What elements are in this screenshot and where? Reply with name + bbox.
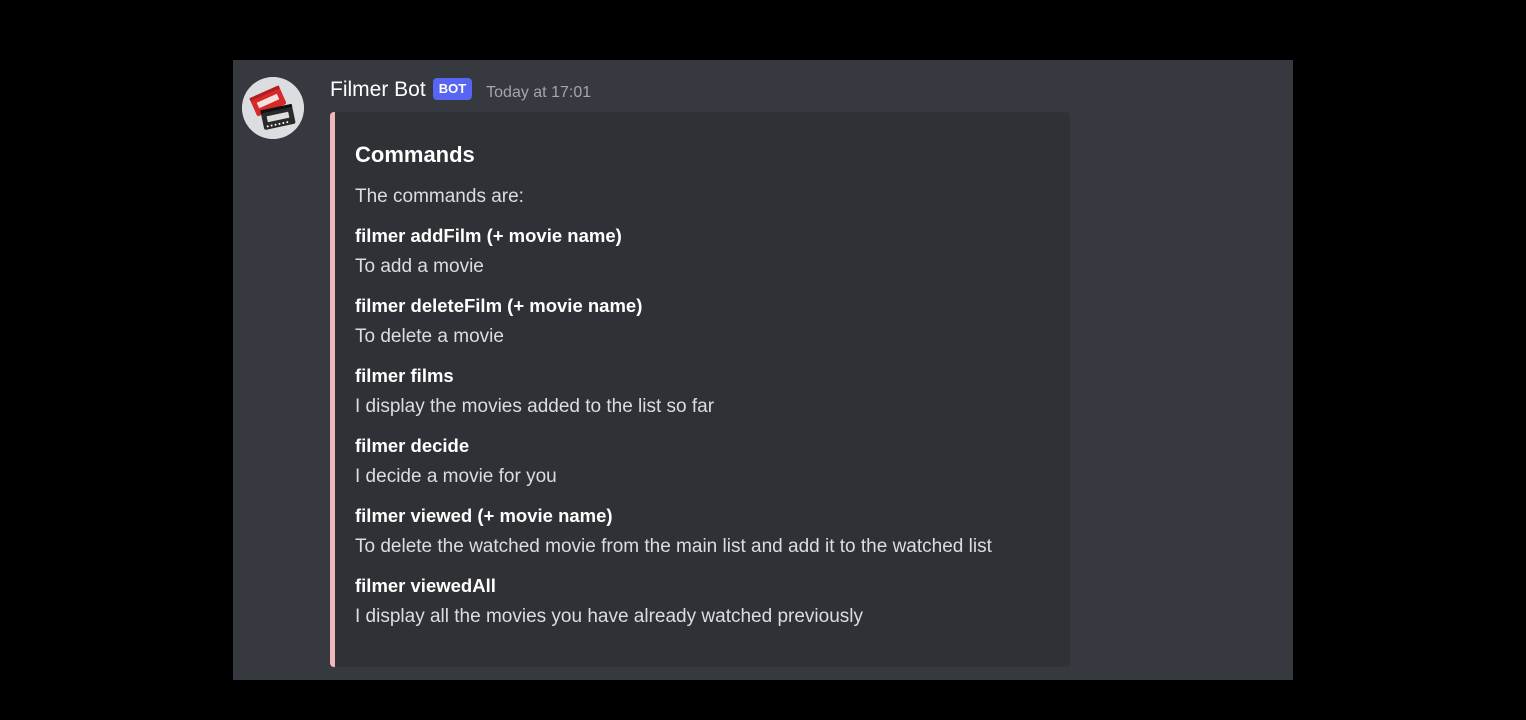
field-name: filmer viewedAll [355,575,496,596]
field-name: filmer deleteFilm (+ movie name) [355,295,643,316]
chat-panel: Filmer Bot BOT Today at 17:01 Commands T… [233,60,1293,680]
field-value: To add a movie [355,256,484,277]
field-value: I display the movies added to the list s… [355,396,715,417]
embed-field-viewed-all: filmer viewedAll I display all the movie… [355,575,1058,628]
embed-field-films: filmer films I display the movies added … [355,365,1058,418]
filmer-ticket-logo-icon [242,77,304,139]
field-name: filmer addFilm (+ movie name) [355,225,622,246]
field-name: filmer viewed (+ movie name) [355,505,613,526]
embed-field-viewed: filmer viewed (+ movie name) To delete t… [355,505,1058,558]
field-value: To delete the watched movie from the mai… [355,536,992,557]
embed-title: Commands [355,142,475,167]
username[interactable]: Filmer Bot [330,78,426,102]
bot-avatar[interactable] [242,77,304,139]
message-timestamp: Today at 17:01 [486,84,592,101]
field-value: I display all the movies you have alread… [355,606,863,627]
embed-field-decide: filmer decide I decide a movie for you [355,435,1058,488]
commands-embed: Commands The commands are: filmer addFil… [330,112,1070,667]
embed-content: Commands The commands are: filmer addFil… [355,142,1058,628]
field-name: filmer decide [355,435,470,456]
embed-field-add-film: filmer addFilm (+ movie name) To add a m… [355,225,1058,278]
embed-field-delete-film: filmer deleteFilm (+ movie name) To dele… [355,295,1058,348]
bot-tag-badge: BOT [432,78,473,100]
field-name: filmer films [355,365,454,386]
message-header: Filmer Bot BOT Today at 17:01 [330,78,591,102]
field-value: I decide a movie for you [355,466,557,487]
field-value: To delete a movie [355,326,504,347]
embed-description: The commands are: [355,186,524,207]
